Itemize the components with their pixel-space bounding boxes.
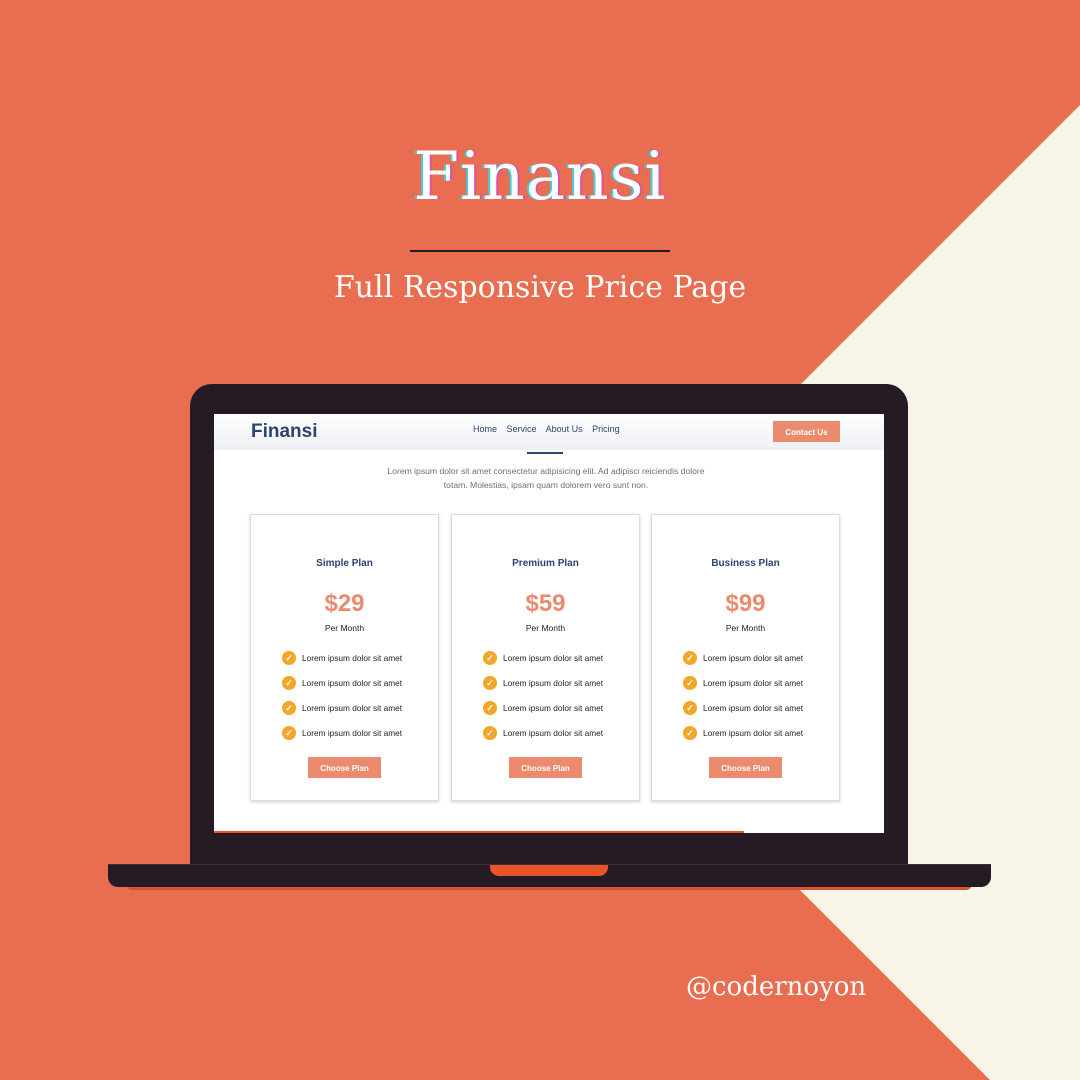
choose-plan-button[interactable]: Choose Plan: [308, 757, 381, 778]
check-circle-icon: ✓: [683, 725, 697, 740]
nav-about-us[interactable]: About Us: [546, 424, 583, 434]
nav-home[interactable]: Home: [473, 424, 497, 434]
site-navbar: Finansi Home Service About Us Pricing Co…: [214, 414, 884, 450]
plan-price: $59: [525, 590, 566, 617]
site-logo[interactable]: Finansi: [251, 421, 318, 443]
poster-title: Finansi: [413, 138, 667, 215]
feature-text: Lorem ipsum dolor sit amet: [503, 702, 604, 713]
nav-service[interactable]: Service: [507, 424, 537, 434]
feature-item: ✓ Lorem ipsum dolor sit amet: [683, 645, 833, 670]
plan-price: $29: [324, 590, 365, 617]
title-divider: [410, 250, 670, 252]
feature-item: ✓ Lorem ipsum dolor sit amet: [483, 670, 633, 695]
feature-item: ✓ Lorem ipsum dolor sit amet: [483, 720, 633, 745]
feature-item: ✓ Lorem ipsum dolor sit amet: [683, 695, 833, 720]
plan-name: Simple Plan: [316, 558, 373, 569]
feature-text: Lorem ipsum dolor sit amet: [302, 652, 403, 663]
laptop-notch: [490, 865, 608, 876]
plan-card-business: Business Plan $99 Per Month ✓ Lorem ipsum…: [651, 514, 840, 801]
plan-feature-list: ✓ Lorem ipsum dolor sit amet ✓ Lorem ipsum…: [683, 645, 833, 745]
plan-feature-list: ✓ Lorem ipsum dolor sit amet ✓ Lorem ipsum…: [282, 645, 432, 745]
pricing-description: Lorem ipsum dolor sit amet consectetur a…: [387, 466, 705, 490]
feature-item: ✓ Lorem ipsum dolor sit amet: [282, 695, 432, 720]
feature-item: ✓ Lorem ipsum dolor sit amet: [483, 695, 633, 720]
poster-subtitle: Full Responsive Price Page: [333, 270, 747, 305]
choose-plan-button[interactable]: Choose Plan: [709, 757, 782, 778]
plan-price: $99: [725, 590, 766, 617]
feature-text: Lorem ipsum dolor sit amet: [302, 702, 403, 713]
feature-item: ✓ Lorem ipsum dolor sit amet: [282, 645, 432, 670]
screen-bottom-strip: [214, 831, 744, 833]
feature-item: ✓ Lorem ipsum dolor sit amet: [483, 645, 633, 670]
check-circle-icon: ✓: [483, 650, 497, 665]
check-circle-icon: ✓: [683, 675, 697, 690]
check-circle-icon: ✓: [483, 675, 497, 690]
feature-item: ✓ Lorem ipsum dolor sit amet: [282, 670, 432, 695]
plan-period: Per Month: [525, 623, 566, 633]
feature-text: Lorem ipsum dolor sit amet: [703, 677, 804, 688]
check-circle-icon: ✓: [683, 650, 697, 665]
check-circle-icon: ✓: [483, 725, 497, 740]
laptop-screen: Finansi Home Service About Us Pricing Co…: [214, 414, 884, 833]
check-circle-icon: ✓: [282, 675, 296, 690]
plan-card-simple: Simple Plan $29 Per Month ✓ Lorem ipsum d…: [250, 514, 439, 801]
feature-text: Lorem ipsum dolor sit amet: [703, 727, 804, 738]
check-circle-icon: ✓: [483, 700, 497, 715]
plan-card-premium: Premium Plan $59 Per Month ✓ Lorem ipsum …: [451, 514, 640, 801]
feature-text: Lorem ipsum dolor sit amet: [703, 702, 804, 713]
feature-item: ✓ Lorem ipsum dolor sit amet: [683, 720, 833, 745]
feature-item: ✓ Lorem ipsum dolor sit amet: [683, 670, 833, 695]
section-underline: [527, 452, 563, 454]
plan-period: Per Month: [725, 623, 766, 633]
contact-us-button[interactable]: Contact Us: [773, 421, 840, 442]
feature-text: Lorem ipsum dolor sit amet: [503, 727, 604, 738]
check-circle-icon: ✓: [683, 700, 697, 715]
feature-item: ✓ Lorem ipsum dolor sit amet: [282, 720, 432, 745]
check-circle-icon: ✓: [282, 650, 296, 665]
feature-text: Lorem ipsum dolor sit amet: [703, 652, 804, 663]
feature-text: Lorem ipsum dolor sit amet: [302, 677, 403, 688]
site-menu: Home Service About Us Pricing: [473, 424, 627, 434]
feature-text: Lorem ipsum dolor sit amet: [503, 677, 604, 688]
choose-plan-button[interactable]: Choose Plan: [509, 757, 582, 778]
plan-period: Per Month: [324, 623, 365, 633]
plan-name: Premium Plan: [512, 558, 579, 569]
author-handle: @codernoyon: [686, 972, 867, 1002]
nav-pricing[interactable]: Pricing: [592, 424, 620, 434]
plan-feature-list: ✓ Lorem ipsum dolor sit amet ✓ Lorem ipsum…: [483, 645, 633, 745]
plan-name: Business Plan: [711, 558, 780, 569]
check-circle-icon: ✓: [282, 725, 296, 740]
feature-text: Lorem ipsum dolor sit amet: [302, 727, 403, 738]
check-circle-icon: ✓: [282, 700, 296, 715]
feature-text: Lorem ipsum dolor sit amet: [503, 652, 604, 663]
